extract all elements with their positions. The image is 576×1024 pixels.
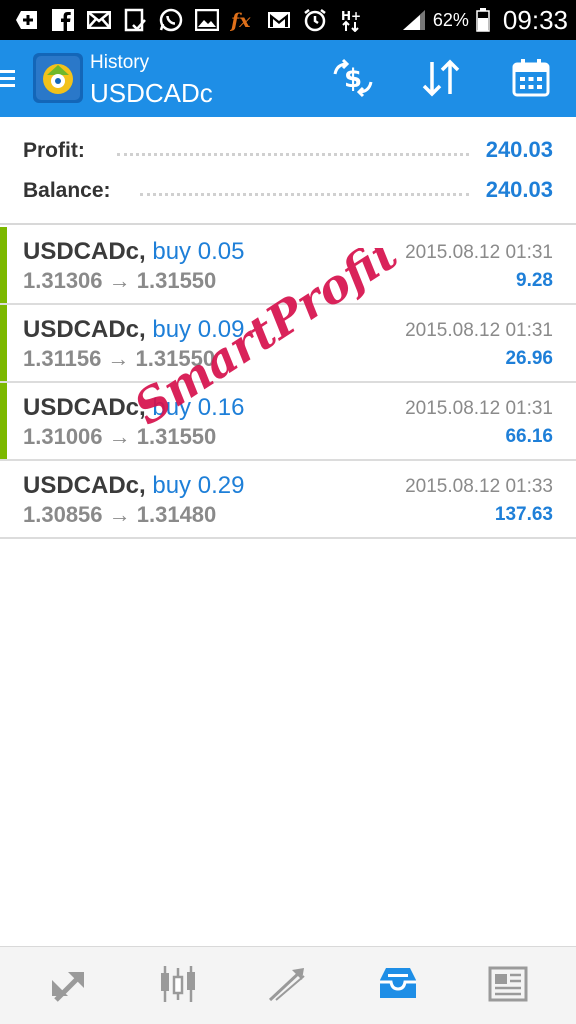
nav-quotes[interactable] [10,947,125,1024]
signal-icon [401,8,427,32]
deal-time: 2015.08.12 01:31 [405,320,553,341]
system-indicators: 62% 09:33 [401,0,568,40]
deal-type: buy 0.16 [152,394,245,421]
deposit-withdraw-button[interactable]: $ [331,58,375,102]
hplus-icon: H+ [338,8,364,32]
battery-icon [475,8,491,32]
account-summary: Profit: 240.03 Balance: 240.03 [0,117,576,225]
balance-value: 240.03 [485,177,553,202]
deal-type: buy 0.09 [152,316,245,343]
deal-type: buy 0.29 [152,472,245,499]
bottom-navigation [0,946,576,1024]
gmail-icon [266,8,292,32]
mail-icon [86,8,112,32]
profit-row: Profit: 240.03 [0,133,576,169]
clock: 09:33 [502,4,568,35]
svg-text:fx: fx [230,10,251,31]
balance-label: Balance: [23,179,111,202]
deal-profit: 137.63 [494,504,553,525]
deal-prices: 1.31306 → 1.31550 [23,268,217,293]
balance-leader-dots [140,193,469,196]
profit-indicator-bar [0,383,7,459]
sort-icon [419,58,463,103]
quotes-icon [46,964,90,1009]
history-icon [376,964,420,1009]
menu-icon[interactable] [0,68,16,90]
trade-icon [266,964,310,1009]
deal-symbol-line: USDCADc, buy 0.05 [23,238,244,266]
nav-news[interactable] [450,947,565,1024]
sort-button[interactable] [419,58,463,102]
deal-prices: 1.31156 → 1.31550 [23,346,216,371]
fx-icon: fx [230,8,256,32]
deal-profit: 9.28 [516,270,553,291]
app-logo[interactable] [33,53,83,103]
nav-trade[interactable] [230,947,345,1024]
deals-list: USDCADc, buy 0.05 1.31306 → 1.31550 2015… [0,227,576,539]
app-screen: fx H+ 62% 09:33 History USDCADc $ Profit… [0,0,576,1024]
nav-chart[interactable] [120,947,235,1024]
notification-icons: fx H+ [0,8,364,32]
profit-indicator-bar [0,305,7,381]
calendar-button[interactable] [509,58,553,102]
profit-indicator-bar [0,227,7,303]
calendar-icon [511,58,551,103]
status-bar: fx H+ 62% 09:33 [0,0,576,40]
deal-row[interactable]: USDCADc, buy 0.29 1.30856 → 1.31480 2015… [0,461,576,539]
deal-symbol: USDCADc, [23,472,146,499]
deal-symbol: USDCADc, [23,238,146,265]
deal-symbol: USDCADc, [23,394,146,421]
deal-symbol-line: USDCADc, buy 0.16 [23,394,244,422]
deal-prices: 1.30856 → 1.31480 [23,502,217,527]
profit-label: Profit: [23,139,85,162]
clipboard-icon [122,8,148,32]
profit-value: 240.03 [485,137,553,162]
deposit-withdraw-icon: $ [331,58,375,103]
chart-icon [156,964,200,1009]
deal-time: 2015.08.12 01:31 [405,242,553,263]
app-toolbar: History USDCADc $ [0,40,576,117]
deal-type: buy 0.05 [152,238,245,265]
add-icon [14,8,40,32]
deal-profit: 26.96 [505,348,553,369]
profit-leader-dots [117,153,469,156]
deal-time: 2015.08.12 01:31 [405,398,553,419]
deal-row[interactable]: USDCADc, buy 0.16 1.31006 → 1.31550 2015… [0,383,576,461]
image-icon [194,8,220,32]
deal-time: 2015.08.12 01:33 [405,476,553,497]
svg-text:H+: H+ [341,9,361,23]
deal-symbol: USDCADc, [23,316,146,343]
news-icon [486,964,530,1009]
deal-symbol-line: USDCADc, buy 0.09 [23,316,244,344]
nav-history[interactable] [340,947,455,1024]
alarm-icon [302,8,328,32]
facebook-icon [50,8,76,32]
balance-row: Balance: 240.03 [0,173,576,209]
deal-profit: 66.16 [505,426,553,447]
battery-percent: 62% [432,9,469,30]
deal-symbol-line: USDCADc, buy 0.29 [23,472,244,500]
whatsapp-icon [158,8,184,32]
symbol-title: USDCADc [90,78,213,108]
screen-title: History [90,52,150,73]
deal-row[interactable]: USDCADc, buy 0.09 1.31156 → 1.31550 2015… [0,305,576,383]
deal-row[interactable]: USDCADc, buy 0.05 1.31306 → 1.31550 2015… [0,227,576,305]
deal-prices: 1.31006 → 1.31550 [23,424,217,449]
